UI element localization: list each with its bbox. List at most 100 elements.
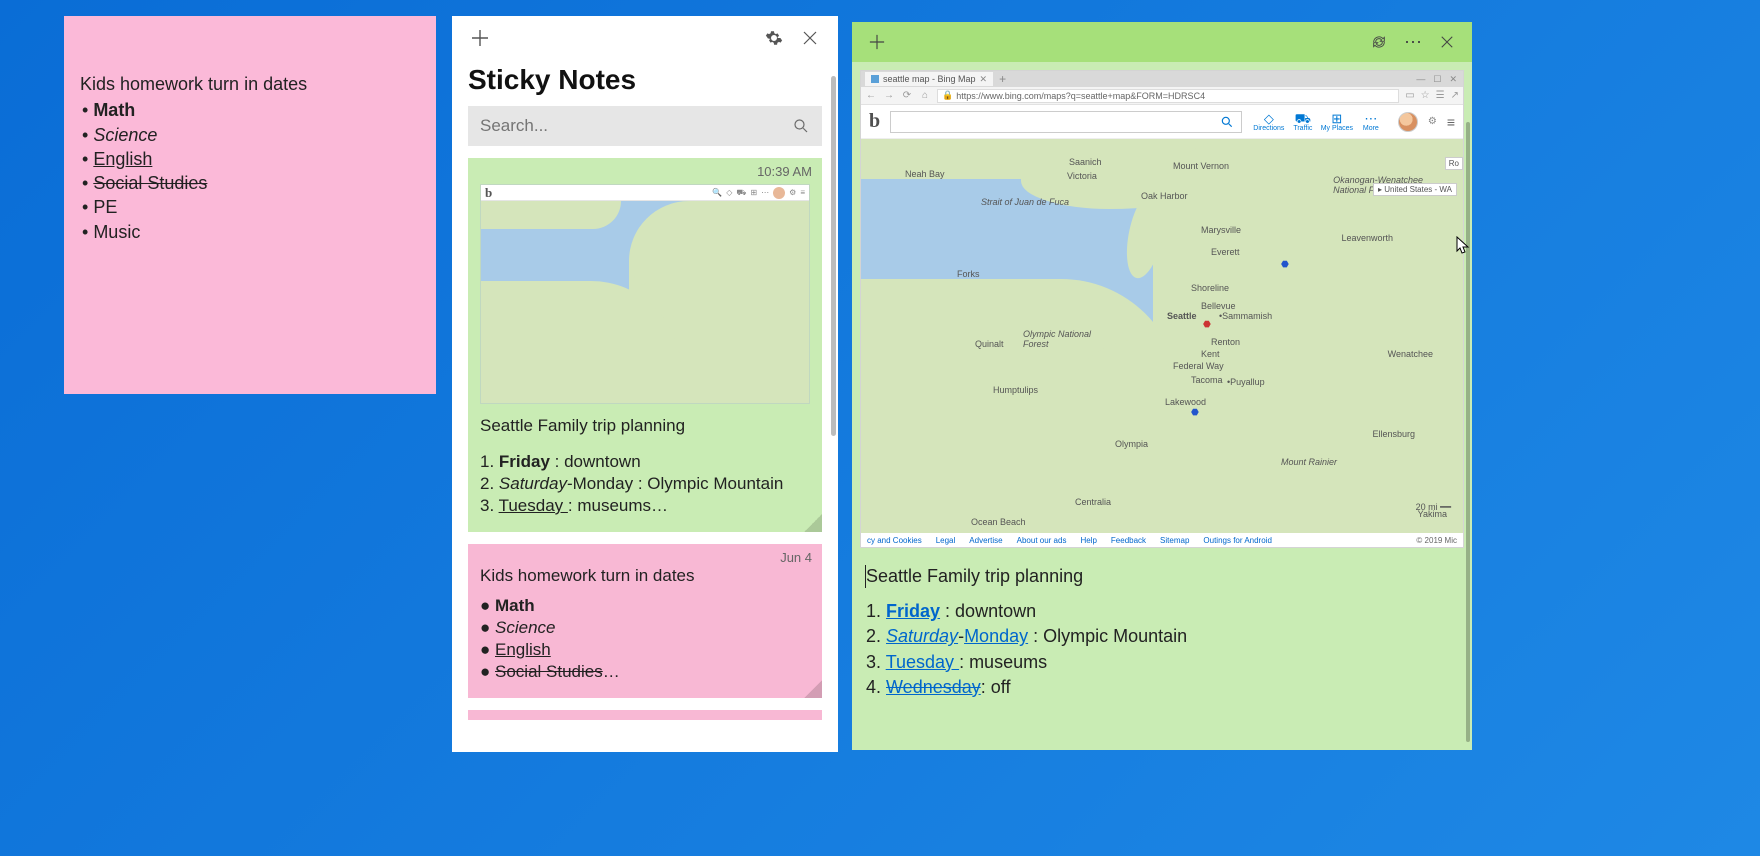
green-note-body[interactable]: seattle map - Bing Map ✕ + — ☐ ✕ ← → ⟳ ⌂… — [852, 62, 1472, 750]
card-line: ● Math — [480, 596, 810, 616]
close-button[interactable] — [792, 20, 828, 56]
rewards-icon[interactable]: ⚙ — [1428, 116, 1437, 127]
footer-link[interactable]: Feedback — [1111, 536, 1146, 545]
card-line: ● Science — [480, 618, 810, 638]
notes-list-window: Sticky Notes 10:39 AMb🔍◇⛟⊞⋯⚙≡Seattle Fam… — [452, 16, 838, 752]
note-line: 1. Friday : downtown — [866, 599, 1458, 624]
layers-badge[interactable]: Ro — [1445, 157, 1463, 170]
link[interactable]: Monday — [964, 626, 1028, 646]
app-title: Sticky Notes — [452, 60, 838, 106]
ellipsis-icon: ⋯ — [1404, 32, 1422, 53]
back-icon[interactable]: ← — [865, 90, 877, 101]
link[interactable]: Wednesday — [886, 677, 981, 697]
home-icon[interactable]: ⌂ — [919, 90, 931, 101]
search-input[interactable] — [480, 116, 792, 136]
card-line: 3. Tuesday : museums… — [480, 496, 810, 516]
search-icon — [792, 117, 810, 135]
maximize-icon[interactable]: ☐ — [1433, 74, 1441, 85]
browser-tab[interactable]: seattle map - Bing Map ✕ — [865, 72, 993, 86]
list-item: Social Studies — [80, 171, 420, 195]
list-item: English — [80, 147, 420, 171]
favorites-list-icon[interactable]: ☰ — [1436, 90, 1445, 101]
region-badge[interactable]: ▸ United States - WA — [1373, 183, 1457, 196]
card-title: Kids homework turn in dates — [480, 566, 810, 586]
footer-link[interactable]: Sitemap — [1160, 536, 1189, 545]
card-line: ● Social Studies… — [480, 662, 810, 682]
map-thumbnail: b🔍◇⛟⊞⋯⚙≡ — [480, 184, 810, 404]
map-tool-directions[interactable]: ◇Directions — [1252, 112, 1286, 132]
note-line: 2. Saturday-Monday : Olympic Mountain — [866, 624, 1458, 649]
close-icon — [1440, 35, 1454, 49]
new-note-button[interactable] — [462, 20, 498, 56]
link[interactable]: Tuesday — [886, 652, 959, 672]
embedded-browser: seattle map - Bing Map ✕ + — ☐ ✕ ← → ⟳ ⌂… — [860, 70, 1464, 548]
footer-link[interactable]: About our ads — [1017, 536, 1067, 545]
favorite-icon[interactable]: ☆ — [1421, 90, 1430, 101]
green-note-toolbar: ⋯ — [852, 22, 1472, 62]
footer-link[interactable]: Outings for Android — [1203, 536, 1271, 545]
search-box[interactable] — [468, 106, 822, 146]
map-tool-traffic[interactable]: ⛟Traffic — [1286, 112, 1320, 132]
bing-toolbar: b ◇Directions⛟Traffic⊞My Places⋯More ⚙ ≡ — [861, 105, 1463, 139]
reading-view-icon[interactable]: ▭ — [1405, 90, 1414, 101]
list-item: Science — [80, 123, 420, 147]
card-title: Seattle Family trip planning — [480, 416, 810, 436]
sync-icon — [1371, 34, 1387, 50]
settings-button[interactable] — [756, 20, 792, 56]
card-line: ● English — [480, 640, 810, 660]
plus-icon — [471, 29, 489, 47]
tab-close-icon[interactable]: ✕ — [980, 74, 988, 85]
browser-address-row: ← → ⟳ ⌂ 🔒 https://www.bing.com/maps?q=se… — [861, 87, 1463, 105]
map-tool-more[interactable]: ⋯More — [1354, 112, 1388, 132]
map-footer: cy and Cookies Legal Advertise About our ad… — [861, 533, 1463, 547]
footer-link[interactable]: Advertise — [969, 536, 1002, 545]
hamburger-icon[interactable]: ≡ — [1447, 114, 1455, 130]
pink-note-title: Kids homework turn in dates — [80, 72, 420, 96]
gear-icon — [765, 29, 783, 47]
map-canvas[interactable]: Seattle •Sammamish Bellevue Saanich Vict… — [861, 139, 1463, 533]
note-card[interactable]: 10:39 AMb🔍◇⛟⊞⋯⚙≡Seattle Family trip plan… — [468, 158, 822, 532]
user-avatar[interactable] — [1398, 112, 1418, 132]
note-heading: Seattle Family trip planning — [866, 564, 1458, 589]
footer-link[interactable]: Legal — [936, 536, 956, 545]
link[interactable]: Saturday — [886, 626, 958, 646]
note-line: 4. Wednesday: off — [866, 675, 1458, 700]
close-icon — [802, 30, 818, 46]
menu-button[interactable]: ⋯ — [1396, 25, 1430, 59]
refresh-icon[interactable]: ⟳ — [901, 90, 913, 101]
fold-corner-icon — [804, 680, 822, 698]
favicon-icon — [871, 75, 879, 83]
share-icon[interactable]: ↗ — [1451, 90, 1459, 101]
close-icon[interactable]: ✕ — [1449, 74, 1457, 85]
green-note-text[interactable]: Seattle Family trip planning 1. Friday :… — [860, 548, 1464, 700]
new-tab-button[interactable]: + — [995, 72, 1010, 86]
note-card[interactable] — [468, 710, 822, 720]
tab-title: seattle map - Bing Map — [883, 74, 976, 84]
map-search-input[interactable] — [890, 111, 1242, 133]
sync-button[interactable] — [1362, 25, 1396, 59]
notes-list-toolbar — [452, 16, 838, 60]
map-tool-my-places[interactable]: ⊞My Places — [1320, 112, 1354, 132]
plus-icon — [869, 34, 885, 50]
footer-link[interactable]: Help — [1080, 536, 1096, 545]
lock-icon: 🔒 — [942, 90, 953, 101]
cards-scroll[interactable]: 10:39 AMb🔍◇⛟⊞⋯⚙≡Seattle Family trip plan… — [452, 158, 838, 752]
minimize-icon[interactable]: — — [1416, 74, 1425, 85]
url-text: https://www.bing.com/maps?q=seattle+map&… — [956, 91, 1205, 101]
card-line: 1. Friday : downtown — [480, 452, 810, 472]
forward-icon[interactable]: → — [883, 90, 895, 101]
close-button[interactable] — [1430, 25, 1464, 59]
note-card[interactable]: Jun 4Kids homework turn in dates● Math● … — [468, 544, 822, 698]
note-line: 3. Tuesday : museums — [866, 650, 1458, 675]
footer-link[interactable]: cy and Cookies — [867, 536, 922, 545]
new-note-button[interactable] — [860, 25, 894, 59]
link[interactable]: Friday — [886, 601, 940, 621]
pink-sticky-note[interactable]: Kids homework turn in dates MathScienceE… — [64, 16, 436, 394]
search-icon[interactable] — [1213, 112, 1241, 132]
list-item: Music — [80, 220, 420, 244]
bing-logo-icon[interactable]: b — [869, 110, 880, 133]
copyright: © 2019 Mic — [1416, 536, 1457, 545]
browser-tabs: seattle map - Bing Map ✕ + — ☐ ✕ — [861, 71, 1463, 87]
address-bar[interactable]: 🔒 https://www.bing.com/maps?q=seattle+ma… — [937, 89, 1399, 103]
scrollbar[interactable] — [1466, 122, 1470, 742]
